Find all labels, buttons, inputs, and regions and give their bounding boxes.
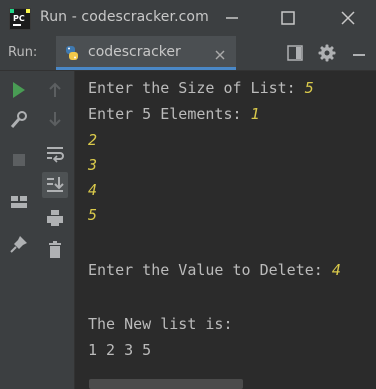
layout-toggle-icon[interactable] bbox=[286, 44, 304, 62]
console-line: Enter the Value to Delete: 4 bbox=[88, 261, 341, 279]
horizontal-scrollbar[interactable] bbox=[89, 379, 243, 389]
run-toolbar-left bbox=[0, 71, 36, 389]
console-line: Enter the Size of List: 5 bbox=[88, 79, 314, 97]
run-icon[interactable] bbox=[7, 78, 31, 102]
console-line: Enter 5 Elements: 1 bbox=[88, 105, 260, 123]
maximize-window-button[interactable] bbox=[276, 6, 300, 30]
minimize-window-button[interactable] bbox=[220, 6, 244, 30]
active-tab-indicator bbox=[56, 67, 236, 70]
layout-icon[interactable] bbox=[7, 190, 31, 214]
console-toolbar bbox=[36, 71, 75, 389]
down-arrow-icon[interactable] bbox=[43, 107, 67, 131]
console-line: 1 2 3 5 bbox=[88, 341, 152, 359]
python-icon bbox=[64, 45, 80, 61]
pycharm-logo-icon: PC bbox=[9, 8, 31, 30]
close-window-button[interactable] bbox=[336, 6, 360, 30]
settings-icon[interactable] bbox=[318, 44, 336, 62]
console-line: 4 bbox=[88, 181, 98, 199]
trash-icon[interactable] bbox=[43, 238, 67, 262]
console-line: The New list is: bbox=[88, 315, 233, 333]
console-line: 2 bbox=[88, 131, 98, 149]
title-bar: PC Run - codescracker.com bbox=[0, 0, 376, 36]
stop-icon[interactable] bbox=[7, 148, 31, 172]
soft-wrap-icon[interactable] bbox=[43, 141, 67, 165]
up-arrow-icon[interactable] bbox=[43, 78, 67, 102]
tab-label: codescracker bbox=[88, 44, 181, 60]
console-line: 3 bbox=[88, 156, 98, 174]
close-tab-icon[interactable] bbox=[214, 46, 226, 60]
pin-icon[interactable] bbox=[7, 232, 31, 256]
minimize-panel-icon[interactable] bbox=[350, 44, 368, 62]
console-output[interactable]: Enter the Size of List: 5 Enter 5 Elemen… bbox=[75, 71, 376, 389]
run-tool-window-header: Run: codescracker bbox=[0, 36, 376, 71]
tab-codescracker[interactable]: codescracker bbox=[56, 36, 236, 70]
wrench-icon[interactable] bbox=[7, 108, 31, 132]
run-label: Run: bbox=[8, 45, 38, 60]
print-icon[interactable] bbox=[43, 206, 67, 230]
window-title: Run - codescracker.com bbox=[40, 9, 209, 25]
scroll-to-end-icon[interactable] bbox=[42, 172, 68, 198]
console-line: 5 bbox=[88, 206, 98, 224]
